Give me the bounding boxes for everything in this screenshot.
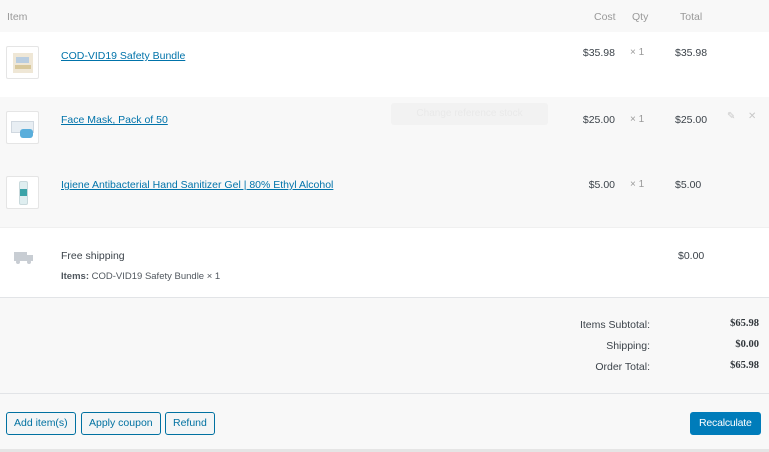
item-qty: × 1 [630, 114, 645, 125]
item-qty: × 1 [630, 179, 645, 190]
product-thumbnail [6, 46, 39, 79]
item-cost: $35.98 [582, 47, 615, 59]
item-qty: × 1 [630, 47, 645, 58]
product-thumbnail [6, 111, 39, 144]
product-link[interactable]: Face Mask, Pack of 50 [61, 114, 168, 126]
shipping-label: Shipping: [606, 340, 650, 352]
add-items-button[interactable]: Add item(s) [6, 412, 76, 435]
subtotal-label: Items Subtotal: [579, 319, 650, 331]
order-actions-bar: Add item(s) Apply coupon Refund Recalcul… [0, 393, 769, 452]
shipping-total: $0.00 [678, 250, 705, 262]
order-total-value: $65.98 [730, 360, 759, 371]
shipping-value: $0.00 [735, 339, 759, 350]
header-cost: Cost [594, 11, 616, 23]
product-link[interactable]: COD-VID19 Safety Bundle [61, 50, 185, 62]
item-total: $25.00 [675, 114, 708, 126]
apply-coupon-button[interactable]: Apply coupon [81, 412, 161, 435]
header-item: Item [7, 11, 28, 23]
order-total-label: Order Total: [595, 361, 650, 373]
refund-button[interactable]: Refund [165, 412, 215, 435]
header-qty: Qty [632, 11, 649, 23]
shipping-items: Items: COD-VID19 Safety Bundle × 1 [61, 271, 220, 282]
truck-icon [14, 252, 34, 264]
item-cost: $5.00 [588, 179, 615, 191]
pencil-icon[interactable]: ✎ [727, 111, 735, 122]
shipping-items-label: Items: [61, 271, 89, 282]
order-totals: Items Subtotal: $65.98 Shipping: $0.00 O… [0, 297, 769, 393]
header-total: Total [680, 11, 703, 23]
table-row: Igiene Antibacterial Hand Sanitizer Gel … [0, 162, 769, 227]
product-thumbnail [6, 176, 39, 209]
subtotal-value: $65.98 [730, 318, 759, 329]
item-total: $35.98 [675, 47, 708, 59]
shipping-row: Free shipping Items: COD-VID19 Safety Bu… [0, 227, 769, 297]
item-cost: $25.00 [582, 114, 615, 126]
table-row: Change reference stock Face Mask, Pack o… [0, 97, 769, 162]
shipping-method: Free shipping [61, 250, 125, 262]
close-icon[interactable]: ✕ [748, 111, 756, 122]
items-table-header: Item Cost Qty Total [0, 0, 769, 32]
table-row: COD-VID19 Safety Bundle $35.98 × 1 $35.9… [0, 32, 769, 97]
change-reference-stock-button[interactable]: Change reference stock [391, 103, 548, 125]
item-total: $5.00 [675, 179, 702, 191]
product-link[interactable]: Igiene Antibacterial Hand Sanitizer Gel … [61, 179, 333, 191]
shipping-items-value: COD-VID19 Safety Bundle × 1 [91, 271, 221, 282]
recalculate-button[interactable]: Recalculate [690, 412, 761, 435]
